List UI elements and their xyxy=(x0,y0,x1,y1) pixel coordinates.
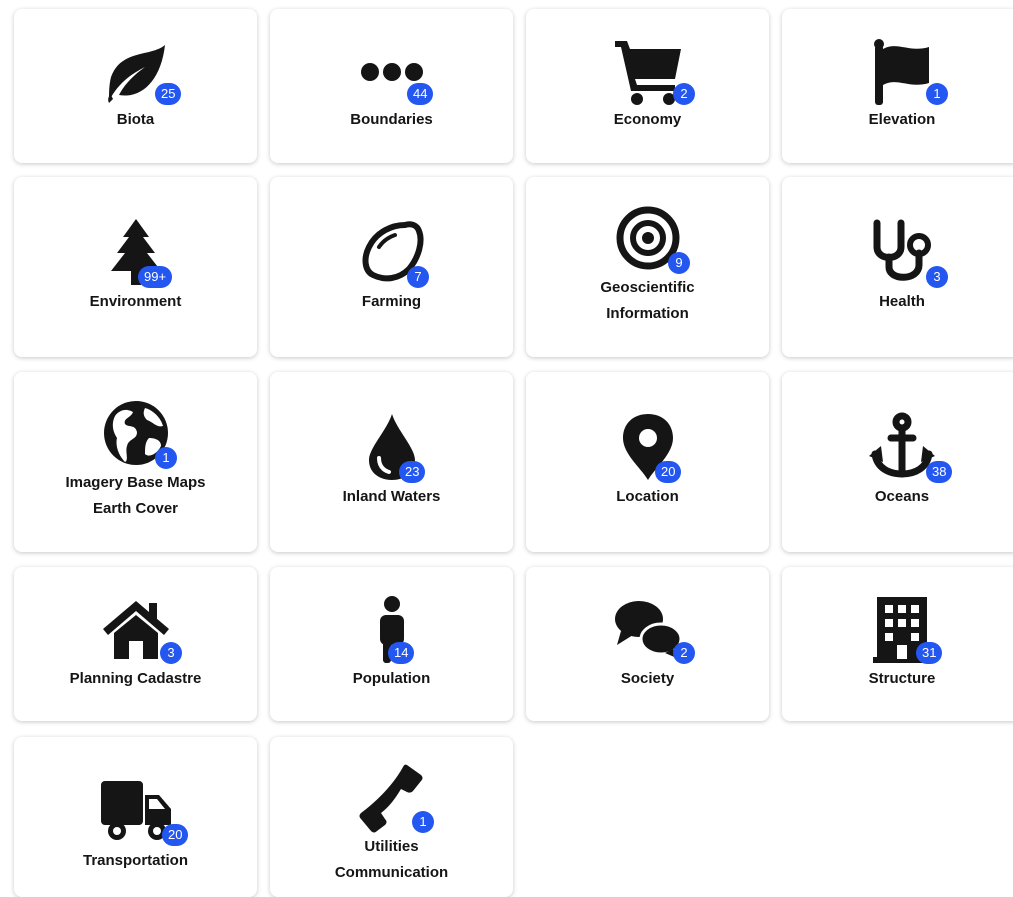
category-card-oceans[interactable]: 38 Oceans xyxy=(782,372,1013,552)
count-badge: 9 xyxy=(668,252,690,274)
category-label: Location xyxy=(616,488,679,505)
category-label: Population xyxy=(352,670,431,687)
truck-icon xyxy=(14,775,257,845)
leaf-icon xyxy=(14,37,257,107)
count-badge: 2 xyxy=(673,83,695,105)
count-badge: 44 xyxy=(407,83,434,105)
category-label: Geoscientific Information xyxy=(532,275,763,327)
category-card-biota[interactable]: 25 Biota xyxy=(14,9,257,163)
anchor-icon xyxy=(782,412,1013,482)
category-card-imagery-base-maps[interactable]: 1 Imagery Base Maps Earth Cover xyxy=(14,372,257,552)
category-card-utilities-communication[interactable]: 1 Utilities Communication xyxy=(270,737,513,897)
phone-icon xyxy=(270,763,513,833)
category-card-population[interactable]: 14 Population xyxy=(270,567,513,721)
count-badge: 20 xyxy=(162,824,189,846)
category-label: Transportation xyxy=(82,852,188,869)
lemon-icon xyxy=(270,217,513,287)
category-label: Inland Waters xyxy=(342,488,441,505)
count-badge: 20 xyxy=(655,461,682,483)
category-label: Oceans xyxy=(874,488,930,505)
map-marker-icon xyxy=(526,412,769,482)
category-card-inland-waters[interactable]: 23 Inland Waters xyxy=(270,372,513,552)
count-badge: 99+ xyxy=(138,266,173,288)
category-label-line2: Earth Cover xyxy=(92,500,179,517)
category-card-environment[interactable]: 99+ Environment xyxy=(14,177,257,357)
category-card-transportation[interactable]: 20 Transportation xyxy=(14,737,257,897)
category-card-location[interactable]: 20 Location xyxy=(526,372,769,552)
category-label: Health xyxy=(879,293,925,310)
category-label: Utilities Communication xyxy=(276,834,507,886)
count-badge: 25 xyxy=(155,83,182,105)
category-grid: 25 Biota 44 Boundaries 2 Economy 1 Eleva… xyxy=(0,0,1013,897)
category-card-farming[interactable]: 7 Farming xyxy=(270,177,513,357)
category-label: Imagery Base Maps Earth Cover xyxy=(20,470,251,522)
category-label: Planning Cadastre xyxy=(69,670,202,687)
category-card-boundaries[interactable]: 44 Boundaries xyxy=(270,9,513,163)
category-card-planning-cadastre[interactable]: 3 Planning Cadastre xyxy=(14,567,257,721)
ellipsis-icon xyxy=(270,37,513,107)
category-label: Structure xyxy=(868,670,936,687)
category-label-line2: Information xyxy=(606,305,689,322)
count-badge: 1 xyxy=(412,811,434,833)
category-label-line1: Imagery Base Maps xyxy=(65,474,206,491)
water-drop-icon xyxy=(270,412,513,482)
bullseye-icon xyxy=(526,203,769,273)
globe-icon xyxy=(14,398,257,468)
building-icon xyxy=(782,595,1013,665)
category-card-health[interactable]: 3 Health xyxy=(782,177,1013,357)
category-card-geoscientific-information[interactable]: 9 Geoscientific Information xyxy=(526,177,769,357)
count-badge: 1 xyxy=(155,447,177,469)
count-badge: 38 xyxy=(926,461,953,483)
comments-icon xyxy=(526,595,769,665)
category-label: Elevation xyxy=(868,111,936,128)
flag-icon xyxy=(782,37,1013,107)
category-label: Biota xyxy=(116,111,155,128)
house-icon xyxy=(14,595,257,665)
shopping-cart-icon xyxy=(526,37,769,107)
category-label: Economy xyxy=(613,111,682,128)
category-card-economy[interactable]: 2 Economy xyxy=(526,9,769,163)
category-card-structure[interactable]: 31 Structure xyxy=(782,567,1013,721)
count-badge: 3 xyxy=(926,266,948,288)
count-badge: 23 xyxy=(399,461,426,483)
count-badge: 31 xyxy=(916,642,943,664)
count-badge: 3 xyxy=(160,642,182,664)
category-label: Farming xyxy=(361,293,422,310)
count-badge: 2 xyxy=(673,642,695,664)
category-label: Environment xyxy=(89,293,182,310)
category-label: Boundaries xyxy=(350,111,433,128)
category-card-society[interactable]: 2 Society xyxy=(526,567,769,721)
count-badge: 1 xyxy=(926,83,948,105)
category-card-elevation[interactable]: 1 Elevation xyxy=(782,9,1013,163)
tree-icon xyxy=(14,217,257,287)
count-badge: 14 xyxy=(388,642,415,664)
category-label-line1: Utilities xyxy=(364,838,419,855)
stethoscope-icon xyxy=(782,217,1013,287)
category-label: Society xyxy=(620,670,675,687)
count-badge: 7 xyxy=(407,266,429,288)
category-label-line2: Communication xyxy=(334,864,449,881)
category-label-line1: Geoscientific xyxy=(600,279,695,296)
